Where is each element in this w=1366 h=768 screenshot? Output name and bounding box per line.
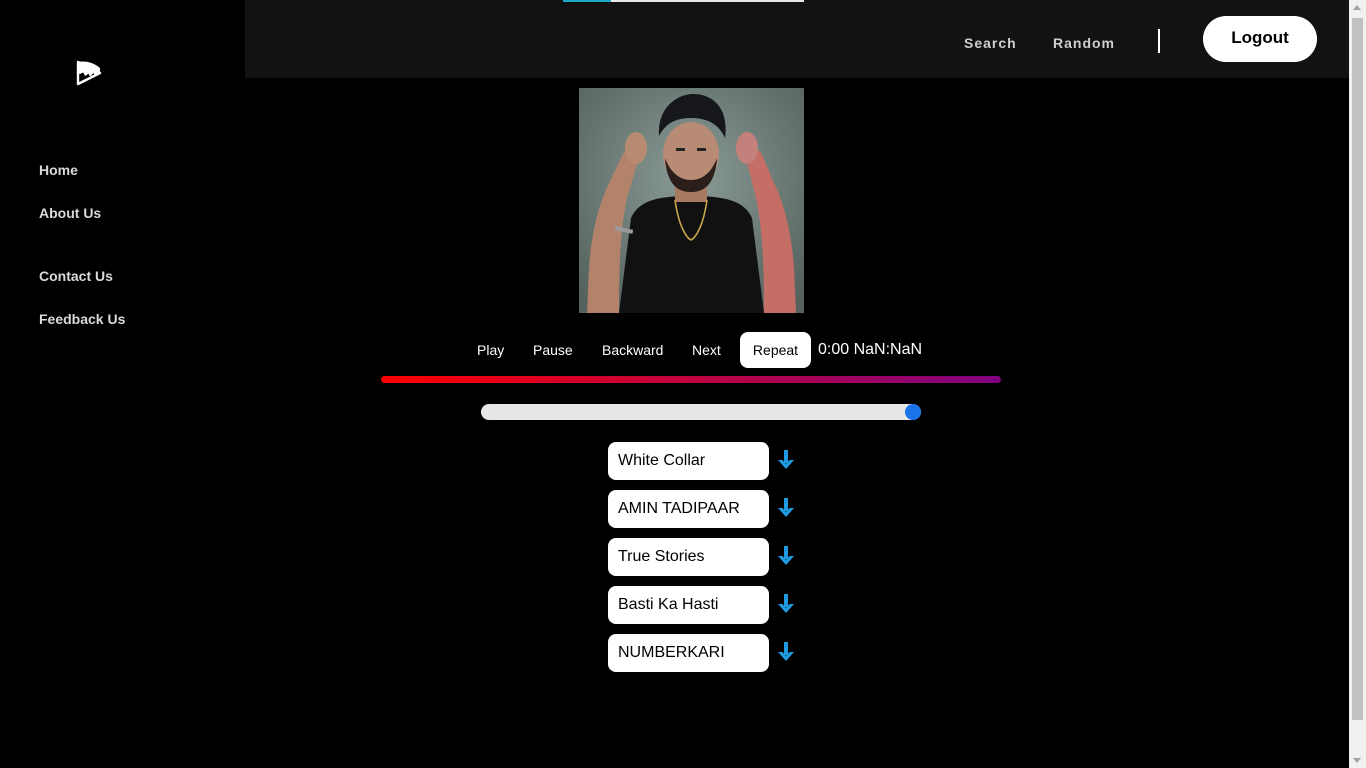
repeat-button[interactable]: Repeat <box>740 332 811 368</box>
scroll-down-arrow-icon[interactable] <box>1353 758 1361 763</box>
loading-bar <box>563 0 804 2</box>
play-button[interactable]: Play <box>477 332 504 368</box>
sidebar: Home About Us Contact Us Feedback Us <box>0 0 245 768</box>
logo-icon[interactable] <box>74 58 104 88</box>
page-scrollbar[interactable] <box>1349 0 1366 768</box>
player-controls: Play Pause Backward Next Repeat 0:00 NaN… <box>0 332 1366 368</box>
download-icon[interactable] <box>777 593 795 615</box>
random-link[interactable]: Random <box>1053 35 1115 51</box>
download-icon[interactable] <box>777 545 795 567</box>
sidebar-item-home[interactable]: Home <box>39 162 78 178</box>
scroll-up-arrow-icon[interactable] <box>1353 5 1361 10</box>
top-header: Search Random Logout <box>245 0 1349 78</box>
seek-progress-bar[interactable] <box>381 376 1001 383</box>
download-icon[interactable] <box>777 497 795 519</box>
song-item-numberkari[interactable]: NUMBERKARI <box>608 634 769 672</box>
download-icon[interactable] <box>777 641 795 663</box>
sidebar-item-contact-us[interactable]: Contact Us <box>39 268 113 284</box>
logout-button[interactable]: Logout <box>1203 16 1317 62</box>
pause-button[interactable]: Pause <box>533 332 573 368</box>
backward-button[interactable]: Backward <box>602 332 663 368</box>
volume-slider-thumb[interactable] <box>905 404 921 420</box>
song-item-true-stories[interactable]: True Stories <box>608 538 769 576</box>
album-cover-image <box>579 88 804 313</box>
header-divider <box>1158 29 1160 53</box>
scrollbar-thumb[interactable] <box>1352 18 1363 720</box>
sidebar-item-feedback-us[interactable]: Feedback Us <box>39 311 125 327</box>
sidebar-item-about-us[interactable]: About Us <box>39 205 101 221</box>
search-link[interactable]: Search <box>964 35 1017 51</box>
song-item-basti-ka-hasti[interactable]: Basti Ka Hasti <box>608 586 769 624</box>
song-item-white-collar[interactable]: White Collar <box>608 442 769 480</box>
time-display: 0:00 NaN:NaN <box>818 341 923 358</box>
loading-bar-fill <box>563 0 611 2</box>
download-icon[interactable] <box>777 449 795 471</box>
next-button[interactable]: Next <box>692 332 721 368</box>
song-item-amin-tadipaar[interactable]: AMIN TADIPAAR <box>608 490 769 528</box>
volume-slider[interactable] <box>481 404 921 420</box>
